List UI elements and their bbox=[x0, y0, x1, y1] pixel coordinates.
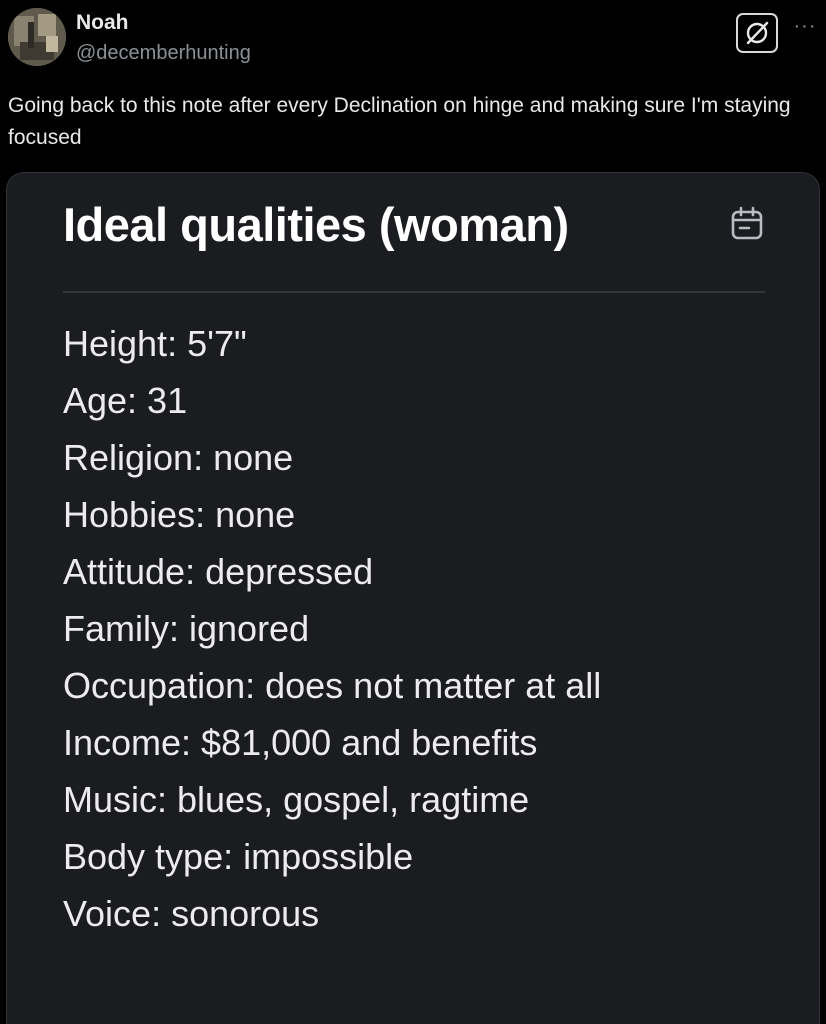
note-line-occupation: Occupation: does not matter at all bbox=[63, 665, 602, 706]
avatar[interactable] bbox=[8, 8, 66, 66]
calendar-icon bbox=[731, 206, 763, 240]
note-line-hobbies: Hobbies: none bbox=[63, 494, 296, 535]
more-options-icon[interactable]: ··· bbox=[790, 14, 820, 38]
note-line-income: Income: $81,000 and benefits bbox=[63, 722, 538, 763]
slashed-circle-icon bbox=[746, 21, 769, 45]
author-handle[interactable]: @decemberhunting bbox=[76, 40, 251, 66]
note-line-religion: Religion: none bbox=[63, 437, 294, 478]
note-line-music: Music: blues, gospel, ragtime bbox=[63, 779, 530, 820]
note-line-attitude: Attitude: depressed bbox=[63, 551, 374, 592]
note-line-height: Height: 5'7" bbox=[63, 323, 247, 364]
note-line-voice: Voice: sonorous bbox=[63, 893, 320, 934]
note-line-body-type: Body type: impossible bbox=[63, 836, 414, 877]
tweet-text: Going back to this note after every Decl… bbox=[8, 94, 791, 149]
grok-button[interactable] bbox=[736, 13, 778, 53]
note-line-age: Age: 31 bbox=[63, 380, 188, 421]
note-title: Ideal qualities (woman) bbox=[63, 198, 569, 251]
avatar-image bbox=[8, 8, 66, 66]
author-name[interactable]: Noah bbox=[76, 10, 129, 36]
note-line-family: Family: ignored bbox=[63, 608, 310, 649]
attached-image[interactable]: Ideal qualities (woman) Height: 5'7" Age… bbox=[6, 172, 820, 1024]
tweet: Noah @decemberhunting ··· Going back to … bbox=[0, 0, 826, 1024]
note-body: Height: 5'7" Age: 31 Religion: none Hobb… bbox=[63, 315, 601, 942]
note-divider bbox=[63, 291, 765, 293]
